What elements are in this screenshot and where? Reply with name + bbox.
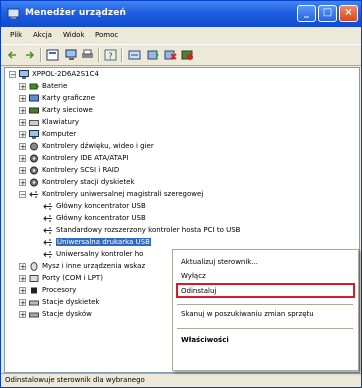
tree-item-kontrolery-stacji-dyskietek[interactable]: Kontrolery stacji dyskietek	[29, 176, 135, 188]
usb-icon	[43, 251, 52, 257]
collapse-toggle[interactable]: −	[9, 71, 16, 79]
device-manager-icon	[7, 8, 20, 19]
expand-toggle[interactable]: +	[19, 167, 26, 175]
tree-item-procesory[interactable]: Procesory	[29, 284, 76, 296]
expand-toggle[interactable]: +	[19, 95, 26, 103]
tree-item-kontrolery-scsi[interactable]: Kontrolery SCSI i RAID	[29, 164, 119, 176]
expand-toggle[interactable]: +	[19, 107, 26, 115]
expand-toggle[interactable]: +	[19, 83, 26, 91]
expand-toggle[interactable]: +	[19, 275, 26, 283]
mouse-icon	[30, 261, 38, 271]
computer-icon	[19, 69, 29, 79]
context-menu-update-driver[interactable]: Aktualizuj sterownik...	[181, 258, 258, 266]
toolbar-separator	[121, 48, 123, 62]
usb-icon	[43, 239, 52, 245]
tree-item-stacje-dyskietek[interactable]: Stacje dyskietek	[29, 296, 99, 308]
menu-separator	[177, 328, 353, 329]
minimize-icon: _	[304, 7, 309, 18]
tree-item-usb-printer[interactable]: Uniwersalna drukarka USB	[43, 236, 151, 248]
forward-icon[interactable]	[23, 49, 36, 61]
close-button[interactable]: ×	[339, 5, 358, 22]
tree-item-stacje-dyskow[interactable]: Stacje dysków	[29, 308, 92, 320]
network-adapter-icon	[29, 107, 39, 113]
context-menu-scan-hardware[interactable]: Skanuj w poszukiwaniu zmian sprzętu	[181, 310, 314, 318]
title-bar[interactable]: Menedżer urządzeń _ □ ×	[1, 1, 361, 27]
disable-icon[interactable]	[181, 49, 194, 61]
update-icon[interactable]	[147, 49, 160, 61]
status-bar: Odinstalowuje sterownik dla wybranego	[1, 373, 361, 388]
tree-item-kontrolery-usb[interactable]: Kontrolery uniwersalnej magistrali szere…	[29, 188, 203, 200]
usb-icon	[43, 203, 52, 209]
toolbar: ?	[1, 44, 361, 66]
menu-akcja[interactable]: Akcja	[33, 31, 52, 39]
expand-toggle[interactable]: +	[19, 287, 26, 295]
disk-drive-icon	[29, 312, 39, 317]
maximize-button[interactable]: □	[318, 5, 337, 22]
processor-icon	[31, 287, 37, 293]
scan-icon[interactable]	[128, 49, 141, 61]
tree-item-karty-sieciowe[interactable]: Karty sieciowe	[29, 104, 93, 116]
collapse-toggle[interactable]: −	[19, 191, 26, 199]
context-menu-properties[interactable]: Właściwości	[181, 336, 229, 344]
tree-item-usb-root-hub[interactable]: Główny koncentrator USB	[43, 200, 146, 212]
floppy-drive-icon	[29, 300, 39, 305]
tree-item-usb-controller[interactable]: Uniwersalny kontroler ho	[43, 248, 143, 260]
tree-item-klawiatury[interactable]: Klawiatury	[29, 116, 79, 128]
tree-root[interactable]: XPPOL-2D6A2S1C4	[19, 68, 99, 80]
context-menu-disable[interactable]: Wyłącz	[181, 272, 206, 280]
expand-toggle[interactable]: +	[19, 131, 26, 139]
keyboard-icon	[29, 119, 39, 126]
tree-item-baterie[interactable]: Baterie	[29, 80, 67, 92]
floppy-controller-icon	[30, 178, 38, 186]
usb-icon	[43, 227, 52, 233]
ide-controller-icon	[30, 154, 38, 162]
svg-text:?: ?	[108, 52, 113, 61]
battery-icon	[29, 83, 39, 89]
tree-item-usb-host-controller[interactable]: Standardowy rozszerzony kontroler hosta …	[43, 224, 240, 236]
computer-icon[interactable]	[65, 49, 78, 61]
expand-toggle[interactable]: +	[19, 143, 26, 151]
properties-icon[interactable]	[46, 49, 59, 61]
tree-item-komputer[interactable]: Komputer	[29, 128, 76, 140]
context-menu-uninstall[interactable]: Odinstaluj	[181, 287, 216, 295]
close-icon: ×	[344, 7, 353, 18]
computer-icon	[29, 129, 39, 139]
toolbar-separator	[40, 48, 42, 62]
menu-widok[interactable]: Widok	[63, 31, 85, 39]
expand-toggle[interactable]: +	[19, 299, 26, 307]
window-title: Menedżer urządzeń	[25, 8, 126, 18]
tree-item-mysz[interactable]: Mysz i inne urządzenia wskaz	[29, 260, 145, 272]
expand-toggle[interactable]: +	[19, 155, 26, 163]
expand-toggle[interactable]: +	[19, 179, 26, 187]
print-icon[interactable]	[81, 49, 94, 61]
tree-item-kontrolery-dzwieku[interactable]: Kontrolery dźwięku, wideo i gier	[29, 140, 154, 152]
scsi-controller-icon	[30, 166, 38, 174]
toolbar-separator	[98, 48, 100, 62]
tree-item-karty-graficzne[interactable]: Karty graficzne	[29, 92, 95, 104]
expand-toggle[interactable]: +	[19, 263, 26, 271]
menu-bar: Plik Akcja Widok Pomoc	[1, 28, 361, 44]
expand-toggle[interactable]: +	[19, 311, 26, 319]
help-icon[interactable]: ?	[104, 49, 117, 61]
expand-toggle[interactable]: +	[19, 119, 26, 127]
tree-item-usb-root-hub[interactable]: Główny koncentrator USB	[43, 212, 146, 224]
maximize-icon: □	[322, 7, 333, 18]
menu-pomoc[interactable]: Pomoc	[95, 31, 118, 39]
display-adapter-icon	[29, 94, 39, 101]
status-text: Odinstalowuje sterownik dla wybranego	[5, 376, 145, 384]
uninstall-icon[interactable]	[164, 49, 177, 61]
back-icon[interactable]	[6, 49, 19, 61]
context-menu: Aktualizuj sterownik... Wyłącz Odinstalu…	[172, 249, 359, 371]
tree-item-kontrolery-ide[interactable]: Kontrolery IDE ATA/ATAPI	[29, 152, 129, 164]
menu-separator	[177, 304, 353, 305]
usb-icon	[43, 215, 52, 221]
port-icon	[29, 274, 39, 282]
minimize-button[interactable]: _	[297, 5, 316, 22]
sound-icon	[30, 142, 38, 150]
usb-icon	[29, 191, 38, 197]
tree-item-porty[interactable]: Porty (COM i LPT)	[29, 272, 103, 284]
menu-plik[interactable]: Plik	[10, 31, 22, 39]
